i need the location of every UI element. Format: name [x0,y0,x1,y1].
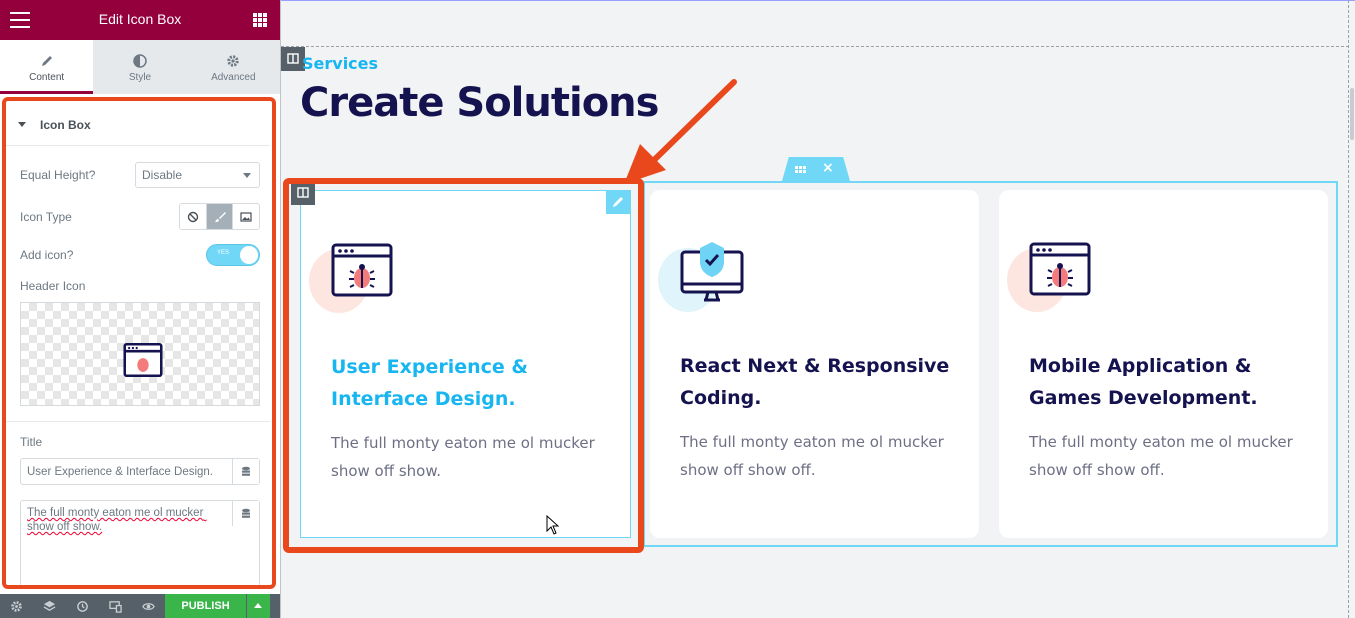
section-icon-box[interactable]: Icon Box [6,104,270,146]
eye-icon[interactable] [142,600,155,613]
layers-icon[interactable] [43,600,56,613]
panel-title: Edit Icon Box [98,11,182,27]
half-circle-icon [133,54,147,68]
columns-icon [297,187,309,198]
canvas-top-line [281,0,1355,1]
tab-content[interactable]: Content [0,40,94,94]
browser-bug-icon [1029,242,1091,296]
equal-height-select[interactable]: Disable [135,162,260,188]
header-icon-label: Header Icon [20,279,86,293]
icon-type-none[interactable] [180,204,207,229]
database-icon [242,466,250,476]
settings-gear-icon[interactable] [10,600,23,613]
panel-tabs: Content Style Advanced [0,40,280,94]
monitor-shield-icon [680,242,744,302]
card-title: Mobile Application & Games Development. [1029,355,1258,409]
icon-type-icon[interactable] [206,204,234,229]
pencil-icon [41,56,52,66]
icon-type-choices [179,203,260,230]
mouse-cursor-icon [546,515,560,535]
browser-bug-icon [123,343,163,377]
equal-height-label: Equal Height? [20,168,96,182]
edit-widget-button[interactable] [606,190,630,214]
brush-icon [214,211,226,222]
history-icon[interactable] [76,600,89,613]
column-handle[interactable] [291,181,315,205]
section-heading: Create Solutions [300,80,659,126]
dynamic-tags-button[interactable] [232,501,259,526]
responsive-icon[interactable] [109,600,122,613]
toggle-knob [240,246,258,264]
add-icon-label: Add icon? [20,248,74,262]
gear-icon [227,55,240,67]
add-icon-toggle[interactable]: YES [206,244,260,266]
section-subtitle: Services [302,54,379,73]
pencil-icon [613,197,623,207]
tab-content-label: Content [29,72,65,83]
description-textarea[interactable]: The full monty eaton me ol mucker show o… [21,501,233,581]
card-text: The full monty eaton me ol mucker show o… [331,434,595,480]
database-icon [242,508,250,518]
panel-header: Edit Icon Box [0,0,280,40]
icon-type-label: Icon Type [20,210,72,224]
service-card[interactable]: User Experience & Interface Design. The … [300,190,631,538]
header-icon-picker[interactable] [20,302,260,406]
widgets-grid-icon[interactable] [253,13,267,27]
tab-advanced-label: Advanced [211,72,256,83]
canvas-scrollbar[interactable] [1350,88,1354,140]
row-handle[interactable]: × [782,157,850,181]
card-text: The full monty eaton me ol mucker show o… [1029,433,1293,479]
description-field-wrapper: The full monty eaton me ol mucker show o… [20,500,260,588]
section-dashed-border [281,46,1349,47]
ban-icon [187,211,199,222]
tab-style[interactable]: Style [93,40,186,94]
section-dashed-border-right [1348,0,1349,618]
icon-type-image[interactable] [233,204,259,229]
drag-handle-icon[interactable] [795,166,806,173]
card-title: React Next & Responsive Coding. [680,355,950,409]
toggle-yes-label: YES [217,250,230,256]
image-icon [240,211,252,222]
dynamic-tags-button[interactable] [232,459,259,484]
title-label: Title [20,435,43,449]
card-text: The full monty eaton me ol mucker show o… [680,433,944,479]
equal-height-value: Disable [142,168,183,182]
browser-bug-icon [331,243,393,297]
tab-style-label: Style [128,72,152,83]
publish-button[interactable]: PUBLISH [165,594,246,618]
publish-options-button[interactable] [247,594,270,618]
title-input[interactable] [21,459,233,484]
service-card[interactable]: Mobile Application & Games Development. … [999,190,1328,538]
chevron-down-icon [243,173,251,178]
tab-advanced[interactable]: Advanced [187,40,280,94]
section-label: Icon Box [40,118,91,132]
editor-panel: Edit Icon Box Content Style Advanced Ico… [0,0,280,618]
service-card[interactable]: React Next & Responsive Coding. The full… [650,190,979,538]
title-field-wrapper [20,458,260,485]
collapse-caret-icon [18,122,26,127]
close-icon[interactable]: × [822,160,834,176]
card-title: User Experience & Interface Design. [331,356,528,410]
section-divider [6,421,270,422]
